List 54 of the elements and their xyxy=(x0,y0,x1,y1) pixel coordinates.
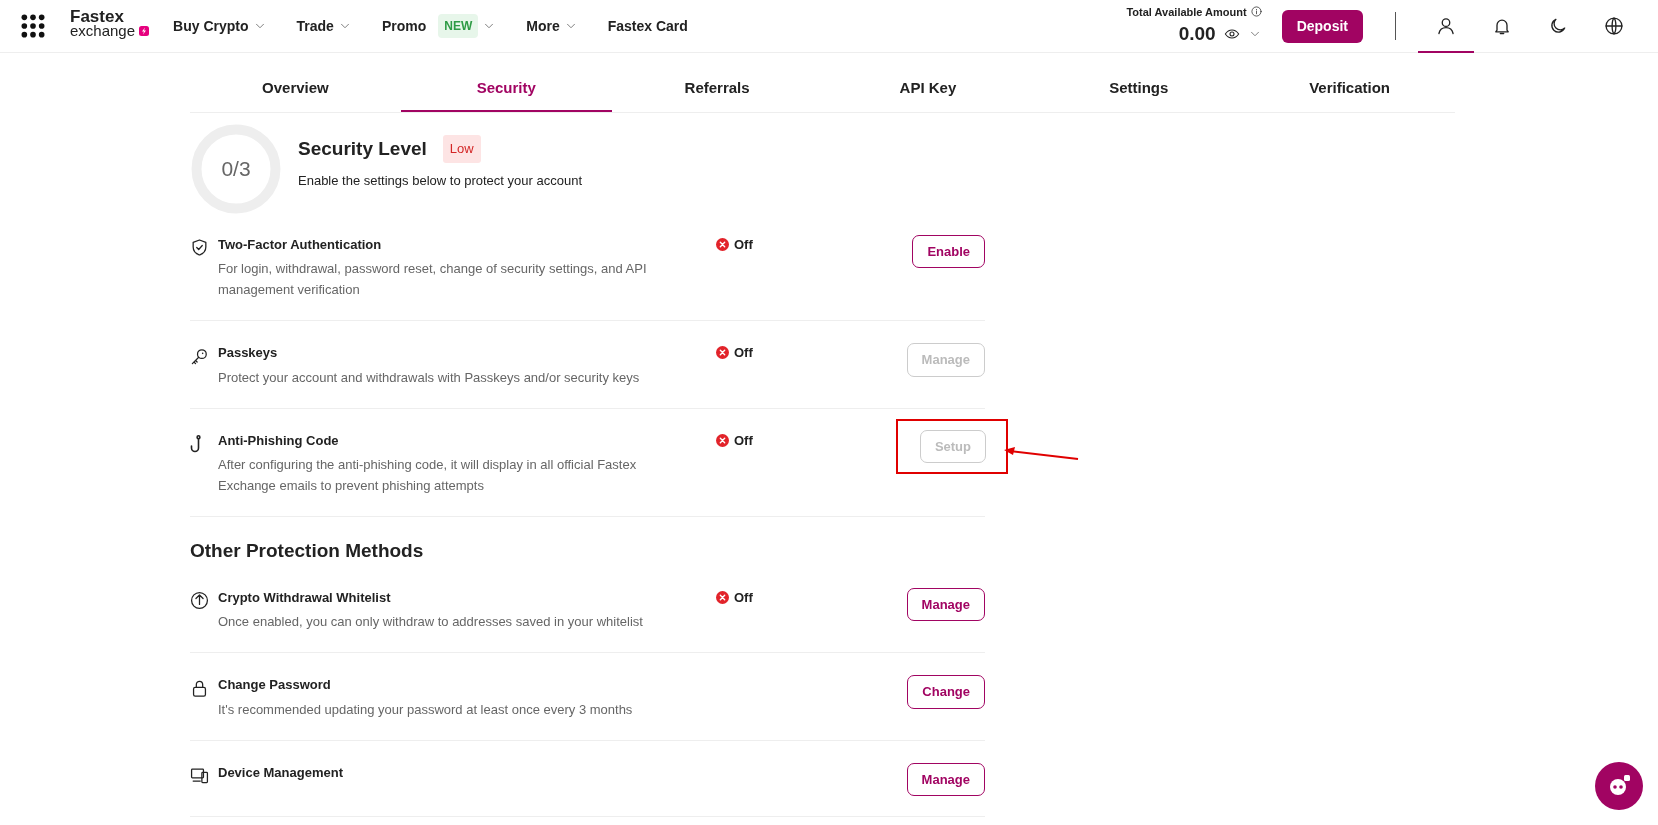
action-button[interactable]: Enable xyxy=(912,234,985,268)
security-score: 0/3 xyxy=(221,155,251,182)
status-text: Off xyxy=(734,235,753,254)
action-button[interactable]: Change xyxy=(907,675,985,709)
error-x-icon xyxy=(716,346,729,360)
level-badge: Low xyxy=(442,135,481,163)
method-title: Device Management xyxy=(218,763,344,782)
action-button[interactable]: Manage xyxy=(906,762,985,796)
deposit-button[interactable]: Deposit xyxy=(1281,9,1363,43)
nav-link[interactable]: More xyxy=(526,15,560,37)
error-x-icon xyxy=(716,590,729,604)
method-title: Two-Factor Authentication xyxy=(218,235,383,254)
info-icon xyxy=(1250,6,1262,18)
error-x-icon xyxy=(716,237,729,251)
method-description: Protect your account and withdrawals with Passkeys and/or security keys xyxy=(218,368,641,387)
key-icon xyxy=(190,346,209,366)
method-description: For login, withdrawal, password reset, change of security settings, and API management verification xyxy=(218,260,648,299)
method-description: It's recommended updating your password at least once every 3 months xyxy=(218,700,634,719)
tab[interactable]: API Key xyxy=(822,69,1034,112)
lightning-bolt-icon xyxy=(139,26,150,36)
method-title: Anti-Phishing Code xyxy=(218,431,340,450)
method-title: Change Password xyxy=(218,676,332,694)
apps-grid-icon[interactable] xyxy=(20,13,46,39)
method-title: Passkeys xyxy=(218,344,279,362)
method-description: Once enabled, you can only withdraw to addresses saved in your whitelist xyxy=(218,613,644,631)
nav-link[interactable]: Fastex Card xyxy=(607,15,688,37)
chat-bot-button[interactable] xyxy=(1595,762,1643,810)
nav-link[interactable]: Trade xyxy=(296,15,334,37)
method-title: Crypto Withdrawal Whitelist xyxy=(218,588,392,607)
balance-amount: 0.00 xyxy=(1178,22,1216,46)
status-text: Off xyxy=(734,344,753,362)
method-description: After configuring the anti-phishing code, it will display in all official Fastex Exchange emails to prevent phishing attempts xyxy=(218,456,638,495)
logo-text[interactable]: exchange xyxy=(70,24,136,38)
shield-check-icon xyxy=(190,238,209,258)
lock-icon xyxy=(190,678,209,698)
tab[interactable]: Overview xyxy=(190,69,401,112)
error-x-icon xyxy=(716,433,729,447)
status-text: Off xyxy=(734,431,753,450)
section-heading: Other Protection Methods xyxy=(190,539,425,563)
action-button[interactable]: Manage xyxy=(906,587,985,621)
hook-icon xyxy=(190,434,201,453)
security-description: Enable the settings below to protect your account xyxy=(298,172,582,190)
logo-text[interactable]: Fastex xyxy=(70,10,124,24)
tab[interactable]: Security xyxy=(400,69,612,112)
status-text: Off xyxy=(734,588,753,607)
balance-label: Total Available Amount xyxy=(1126,4,1247,20)
tab[interactable]: Settings xyxy=(1033,69,1245,112)
new-badge: NEW xyxy=(438,14,479,38)
security-level-title: Security Level xyxy=(298,136,427,161)
nav-link[interactable]: Buy Crypto xyxy=(173,15,249,37)
tab[interactable]: Referrals xyxy=(611,69,823,112)
devices-icon xyxy=(190,766,209,786)
nav-link[interactable]: Promo xyxy=(381,15,427,37)
tab[interactable]: Verification xyxy=(1244,69,1455,112)
